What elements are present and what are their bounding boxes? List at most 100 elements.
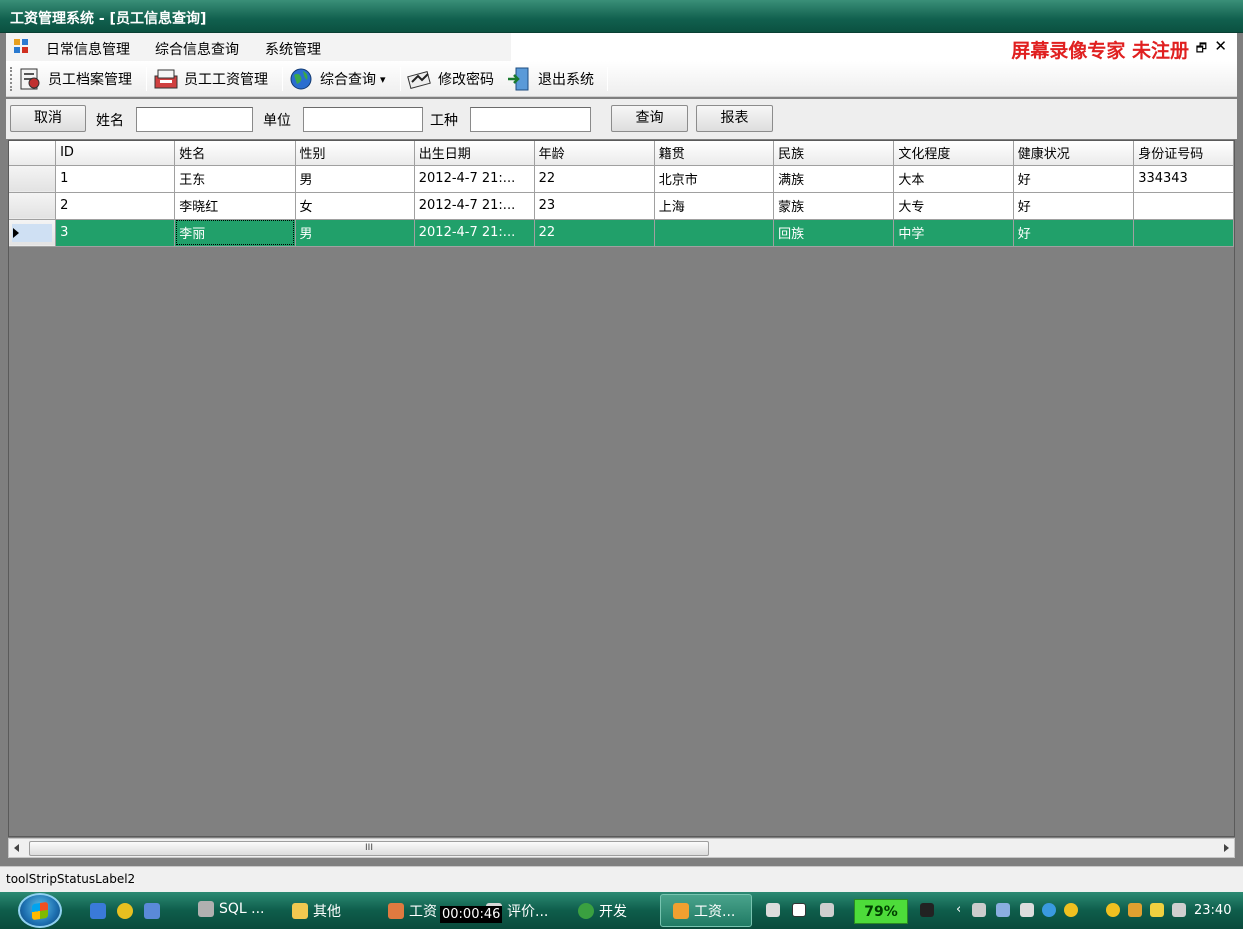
scrollbar-thumb[interactable]: III	[29, 841, 709, 856]
cell-gender[interactable]: 女	[295, 192, 415, 220]
query-button[interactable]: 查询	[611, 105, 688, 132]
column-header-name[interactable]: 姓名	[174, 141, 296, 166]
volume-icon[interactable]	[1020, 903, 1034, 917]
mdi-window-icon[interactable]	[14, 39, 30, 55]
ime-icon[interactable]	[820, 903, 834, 917]
cell-name[interactable]: 李晓红	[174, 192, 296, 220]
cell-id[interactable]: 1	[55, 165, 176, 193]
cell-id[interactable]: 2	[55, 192, 176, 220]
cancel-button[interactable]: 取消	[10, 105, 86, 132]
folder-icon	[292, 903, 308, 919]
tray-mail-icon[interactable]	[1150, 903, 1164, 917]
scroll-right-icon[interactable]	[1224, 844, 1229, 852]
cell-age[interactable]: 22	[534, 219, 655, 247]
restore-icon[interactable]: 🗗	[1196, 39, 1207, 60]
job-input[interactable]	[470, 107, 591, 132]
change-password-button[interactable]: 修改密码	[406, 65, 494, 93]
start-button[interactable]	[18, 893, 62, 928]
column-header-ethnicity[interactable]: 民族	[773, 141, 895, 166]
table-row-selected[interactable]: 3 李丽 男 2012-4-7 21:... 22 回族 中学 好	[9, 219, 1234, 247]
employee-file-button[interactable]: 员工档案管理	[16, 65, 132, 93]
taskbar-item-salary-active[interactable]: 工资...	[673, 901, 735, 921]
cell-ethnicity[interactable]: 满族	[773, 165, 895, 193]
menu-daily-info[interactable]: 日常信息管理	[46, 39, 130, 59]
column-header-id-card[interactable]: 身份证号码	[1133, 141, 1234, 166]
help-icon[interactable]	[792, 903, 806, 917]
column-header-hometown[interactable]: 籍贯	[654, 141, 775, 166]
exit-system-button[interactable]: 退出系统	[506, 65, 594, 93]
taskbar-item-dev[interactable]: 开发	[578, 901, 627, 921]
clock[interactable]: 23:40	[1194, 903, 1231, 918]
taskbar-item-salary[interactable]: 工资	[388, 901, 437, 921]
cell-ethnicity[interactable]: 回族	[773, 219, 895, 247]
recording-timer: 00:00:46	[440, 906, 503, 923]
cell-ethnicity[interactable]: 蒙族	[773, 192, 895, 220]
row-header[interactable]	[9, 165, 57, 193]
cell-age[interactable]: 22	[534, 165, 655, 193]
show-desktop-icon[interactable]	[90, 903, 106, 919]
toolbar: 员工档案管理 员工工资管理 综合查询 ▾ 修改密码 退出系统	[6, 61, 1237, 97]
column-header-birthdate[interactable]: 出生日期	[414, 141, 535, 166]
salary-button[interactable]: 员工工资管理	[152, 65, 268, 93]
cell-id-card[interactable]	[1133, 219, 1234, 247]
cell-birthdate[interactable]: 2012-4-7 21:...	[414, 219, 535, 247]
row-header[interactable]	[9, 192, 57, 220]
query-dropdown-button[interactable]: 综合查询 ▾	[288, 65, 386, 93]
qq-chat-icon[interactable]	[1106, 903, 1120, 917]
cell-name[interactable]: 王东	[174, 165, 296, 193]
tray-display-icon[interactable]	[1172, 903, 1186, 917]
cell-name[interactable]: 李丽	[174, 219, 296, 247]
cell-hometown[interactable]: 上海	[654, 192, 775, 220]
employee-grid[interactable]: ID 姓名 性别 出生日期 年龄 籍贯 民族 文化程度 健康状况 身份证号码 1…	[8, 140, 1235, 837]
close-icon[interactable]: ✕	[1214, 37, 1227, 55]
cell-id[interactable]: 3	[55, 219, 176, 247]
column-header-education[interactable]: 文化程度	[893, 141, 1014, 166]
cell-birthdate[interactable]: 2012-4-7 21:...	[414, 165, 535, 193]
menu-system[interactable]: 系统管理	[265, 39, 321, 59]
tray-app-icon[interactable]	[972, 903, 986, 917]
cell-age[interactable]: 23	[534, 192, 655, 220]
cell-health[interactable]: 好	[1013, 165, 1135, 193]
cell-gender[interactable]: 男	[295, 219, 415, 247]
cell-hometown[interactable]: 北京市	[654, 165, 775, 193]
toolbar-grip[interactable]	[10, 67, 13, 91]
cell-hometown[interactable]	[654, 219, 775, 247]
scroll-left-icon[interactable]	[14, 844, 19, 852]
unit-input[interactable]	[303, 107, 423, 132]
network-icon[interactable]	[996, 903, 1010, 917]
cell-education[interactable]: 大本	[893, 165, 1014, 193]
column-header-health[interactable]: 健康状况	[1013, 141, 1135, 166]
row-header[interactable]	[9, 219, 57, 247]
menu-query[interactable]: 综合信息查询	[155, 39, 239, 59]
cell-gender[interactable]: 男	[295, 165, 415, 193]
cell-education[interactable]: 中学	[893, 219, 1014, 247]
cell-health[interactable]: 好	[1013, 192, 1135, 220]
corner-header[interactable]	[9, 141, 57, 166]
column-header-age[interactable]: 年龄	[534, 141, 655, 166]
taskbar-item-other[interactable]: 其他	[292, 901, 341, 921]
horizontal-scrollbar[interactable]: III	[8, 838, 1235, 858]
tray-misc-icon[interactable]	[1128, 903, 1142, 917]
cell-education[interactable]: 大专	[893, 192, 1014, 220]
cell-id-card[interactable]	[1133, 192, 1234, 220]
tray-expand-icon[interactable]: ‹	[956, 903, 970, 917]
column-header-id[interactable]: ID	[55, 141, 176, 166]
power-plug-icon[interactable]	[920, 903, 934, 917]
cell-birthdate[interactable]: 2012-4-7 21:...	[414, 192, 535, 220]
name-input[interactable]	[136, 107, 253, 132]
cell-id-card[interactable]: 334343	[1133, 165, 1234, 193]
taskbar-item-sql[interactable]: SQL ...	[198, 901, 265, 917]
keyboard-icon[interactable]	[766, 903, 780, 917]
table-row[interactable]: 1 王东 男 2012-4-7 21:... 22 北京市 满族 大本 好 33…	[9, 165, 1234, 193]
taskbar-item-label: 工资...	[694, 904, 736, 920]
report-button[interactable]: 报表	[696, 105, 773, 132]
column-header-gender[interactable]: 性别	[295, 141, 415, 166]
qq-icon[interactable]	[1064, 903, 1078, 917]
employee-file-label: 员工档案管理	[48, 72, 132, 88]
tray-globe-icon[interactable]	[1042, 903, 1056, 917]
ie-icon[interactable]	[144, 903, 160, 919]
quick-launch-icon[interactable]	[117, 903, 133, 919]
cell-health[interactable]: 好	[1013, 219, 1135, 247]
status-label: toolStripStatusLabel2	[6, 872, 136, 886]
table-row[interactable]: 2 李晓红 女 2012-4-7 21:... 23 上海 蒙族 大专 好	[9, 192, 1234, 220]
